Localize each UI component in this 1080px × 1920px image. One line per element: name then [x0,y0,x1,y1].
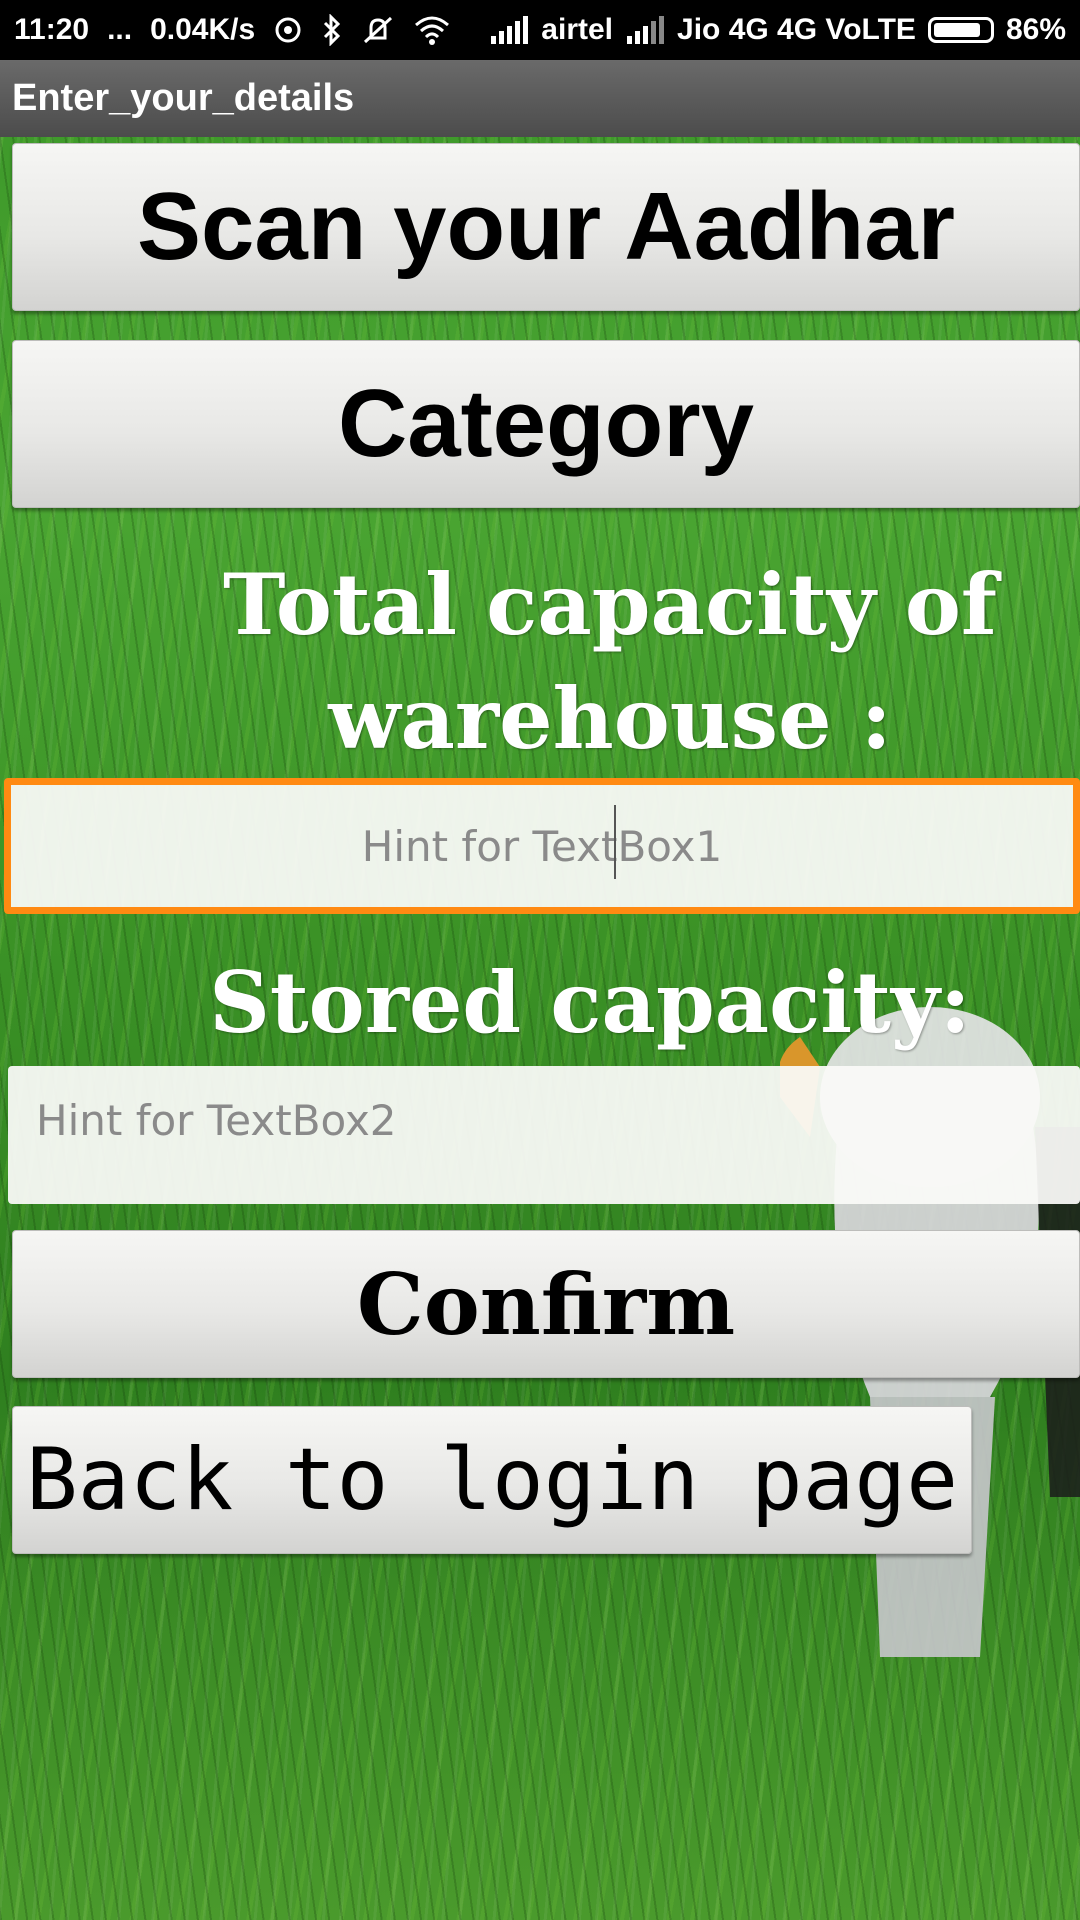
text-cursor [614,805,616,879]
status-bar: 11:20 ... 0.04K/s airtel Jio 4G 4G VoLTE… [0,0,1080,60]
category-button[interactable]: Category [12,340,1080,508]
stored-capacity-input[interactable]: Hint for TextBox2 [8,1066,1080,1204]
signal-icon [625,16,665,44]
page-title: Enter_your_details [12,77,355,119]
stored-capacity-label: Stored capacity: [209,953,971,1052]
status-carrier-2: Jio 4G 4G VoLTE [677,13,916,46]
status-battery-percent: 86% [1005,13,1066,46]
wifi-icon [413,15,451,45]
status-time: 11:20 [14,13,90,46]
confirm-button[interactable]: Confirm [12,1230,1080,1378]
scan-aadhar-button[interactable]: Scan your Aadhar [12,143,1080,311]
total-capacity-placeholder: Hint for TextBox1 [361,821,723,871]
status-dots: ... [107,13,133,46]
status-carrier-1: airtel [541,13,614,46]
title-bar: Enter_your_details [0,60,1080,137]
hotspot-icon [273,15,303,45]
back-to-login-button[interactable]: Back to login page [12,1406,972,1554]
status-network-speed: 0.04K/s [150,13,256,46]
total-capacity-label: Total capacity of warehouse : [170,548,1050,776]
total-capacity-label-line2: warehouse : [328,669,892,768]
bluetooth-icon [321,14,343,46]
stored-capacity-placeholder: Hint for TextBox2 [36,1096,397,1145]
total-capacity-label-line1: Total capacity of [222,555,998,654]
vibrate-off-icon [361,14,395,46]
app-screen: 11:20 ... 0.04K/s airtel Jio 4G 4G VoLTE… [0,0,1080,1920]
total-capacity-input[interactable]: Hint for TextBox1 [4,778,1080,914]
signal-icon [489,16,529,44]
battery-icon [927,17,994,43]
